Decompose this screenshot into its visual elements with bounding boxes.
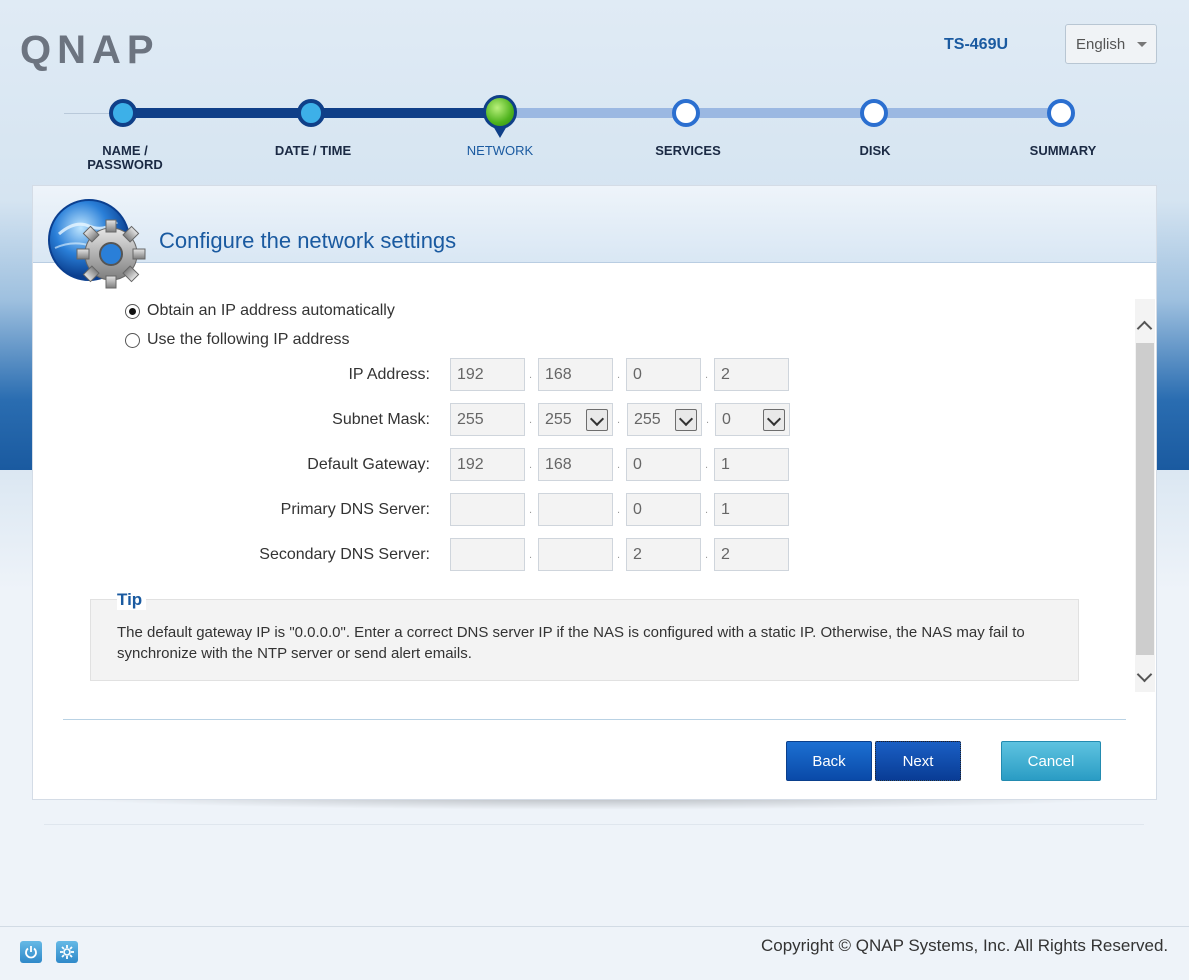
copyright-text: Copyright © QNAP Systems, Inc. All Right… [761, 936, 1169, 955]
chevron-up-icon[interactable] [1136, 320, 1153, 337]
chevron-down-icon[interactable] [586, 409, 608, 431]
tip-title: Tip [117, 590, 147, 610]
subnet-mask-label: Subnet Mask: [332, 411, 430, 428]
subnet-octet-2-select[interactable]: 255 [538, 403, 613, 436]
language-value: English [1076, 35, 1126, 53]
primary-dns-octet-2[interactable] [538, 493, 613, 526]
step-label-name-password: NAME / PASSWORD [87, 143, 163, 172]
network-settings-icon [48, 199, 146, 289]
step-label-date-time: DATE / TIME [274, 143, 352, 158]
scrollbar-thumb[interactable] [1136, 343, 1154, 655]
radio-button-unchecked[interactable] [125, 332, 140, 348]
primary-dns-octet-4[interactable]: 1 [714, 493, 789, 526]
settings-icon[interactable] [56, 941, 78, 963]
power-icon[interactable] [20, 941, 42, 963]
tip-text: The default gateway IP is "0.0.0.0". Ent… [117, 624, 1025, 662]
radio-label-automatic: Obtain an IP address automatically [147, 302, 395, 319]
current-step-pin-icon [493, 126, 507, 138]
primary-dns-label: Primary DNS Server: [280, 501, 430, 518]
panel-title: Configure the network settings [159, 228, 457, 253]
ip-octet-2[interactable]: 168 [538, 358, 613, 391]
footer-divider [63, 719, 1126, 720]
primary-dns-octet-1[interactable] [450, 493, 525, 526]
step-label-network: NETWORK [466, 143, 534, 158]
scrollbar[interactable] [1135, 299, 1155, 692]
chevron-down-icon[interactable] [675, 409, 697, 431]
caret-down-icon [1137, 42, 1147, 47]
settings-glyph [60, 945, 74, 959]
tip-box: The default gateway IP is "0.0.0.0". Ent… [90, 599, 1079, 681]
gateway-octet-4[interactable]: 1 [714, 448, 789, 481]
gateway-octet-2[interactable]: 168 [538, 448, 613, 481]
radio-label-manual: Use the following IP address [147, 331, 350, 348]
gateway-octet-1[interactable]: 192 [450, 448, 525, 481]
ip-octet-1[interactable]: 192 [450, 358, 525, 391]
subnet-octet-3-value: 255 [634, 411, 661, 428]
back-button[interactable]: Back [786, 741, 872, 781]
subnet-octet-4-value: 0 [722, 411, 731, 428]
subnet-octet-4-select[interactable]: 0 [715, 403, 790, 436]
step-label-services: SERVICES [655, 143, 721, 158]
qnap-logo: QNAP [20, 28, 160, 72]
ip-octet-3[interactable]: 0 [626, 358, 701, 391]
radio-button-checked[interactable] [125, 303, 140, 319]
next-button[interactable]: Next [875, 741, 961, 781]
radio-obtain-automatically[interactable]: Obtain an IP address automatically [125, 302, 395, 320]
step-label-disk: DISK [859, 143, 891, 158]
footer-line [0, 926, 1189, 927]
power-glyph [25, 946, 37, 959]
panel-reflection-line [44, 824, 1144, 825]
model-name: TS-469U [944, 36, 1009, 53]
ip-address-label: IP Address: [348, 366, 430, 383]
chevron-down-icon[interactable] [763, 409, 785, 431]
subnet-octet-2-value: 255 [545, 411, 572, 428]
secondary-dns-octet-1[interactable] [450, 538, 525, 571]
step-dot-network[interactable] [483, 95, 517, 129]
chevron-down-icon[interactable] [1136, 666, 1153, 683]
wizard-panel: Configure the network settings Obtain an… [32, 185, 1157, 800]
stepper-line-remaining [500, 108, 1062, 118]
step-dot-disk [860, 99, 888, 127]
secondary-dns-octet-3[interactable]: 2 [626, 538, 701, 571]
radio-use-following[interactable]: Use the following IP address [125, 331, 349, 349]
subnet-octet-1[interactable]: 255 [450, 403, 525, 436]
secondary-dns-label: Secondary DNS Server: [259, 546, 430, 563]
language-select[interactable]: English [1065, 24, 1157, 64]
cancel-button[interactable]: Cancel [1001, 741, 1101, 781]
step-label-summary: SUMMARY [1029, 143, 1097, 158]
step-dot-name-password[interactable] [109, 99, 137, 127]
primary-dns-octet-3[interactable]: 0 [626, 493, 701, 526]
ip-octet-4[interactable]: 2 [714, 358, 789, 391]
subnet-octet-3-select[interactable]: 255 [627, 403, 702, 436]
default-gateway-label: Default Gateway: [307, 456, 430, 473]
step-dot-summary [1047, 99, 1075, 127]
secondary-dns-octet-4[interactable]: 2 [714, 538, 789, 571]
gateway-octet-3[interactable]: 0 [626, 448, 701, 481]
step-dot-date-time[interactable] [297, 99, 325, 127]
step-dot-services [672, 99, 700, 127]
secondary-dns-octet-2[interactable] [538, 538, 613, 571]
